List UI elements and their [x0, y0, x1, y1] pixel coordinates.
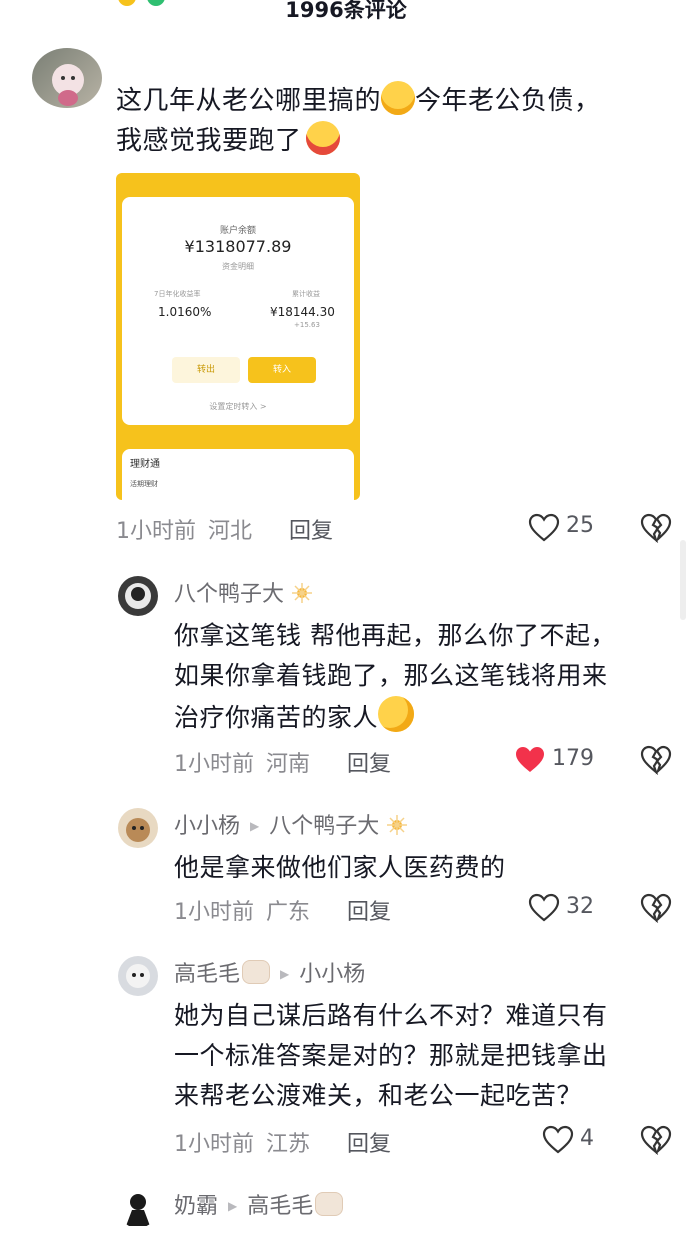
comment-meta: 1小时前 河南 回复 — [174, 746, 391, 778]
sparkle-badge-icon — [292, 583, 313, 603]
dislike-broken-heart-icon[interactable] — [640, 745, 672, 775]
comment-meta: 1小时前 江苏 回复 — [174, 1126, 391, 1158]
like-count: 32 — [566, 894, 594, 919]
reply-button[interactable]: 回复 — [347, 752, 391, 777]
puppy-badge-icon — [315, 1192, 344, 1216]
like-heart-icon[interactable] — [528, 513, 560, 543]
comment-text: 这几年从老公哪里搞的 今年老公负债， — [116, 80, 601, 117]
reply-button[interactable]: 回复 — [347, 1132, 391, 1157]
comment-text-line: 他是拿来做他们家人医药费的 — [174, 853, 506, 882]
puppy-badge-icon — [242, 960, 271, 984]
comment-time: 1小时前 — [174, 1132, 254, 1157]
comment-meta: 1小时前 河北 回复 — [116, 513, 333, 545]
balance-label: 账户余额 — [219, 226, 256, 236]
comment-text-line: 如果你拿着钱跑了，那么这笔钱将用来 — [174, 661, 608, 690]
like-heart-icon[interactable] — [542, 1125, 574, 1155]
comment-text-line: 治疗你痛苦的家人 — [174, 696, 415, 734]
liked-heart-icon[interactable] — [514, 745, 546, 775]
username-text: 八个鸭子大 — [174, 582, 285, 607]
rate-value: 1.0160% — [158, 305, 212, 319]
comment-location: 江苏 — [266, 1132, 311, 1157]
transfer-in-button: 转入 — [248, 357, 316, 383]
balance-card: 账户余额 ¥1318077.89 资金明细 7日年化收益率 1.0160% 累计… — [122, 197, 354, 425]
reply-button[interactable]: 回复 — [289, 519, 333, 544]
comment-time: 1小时前 — [174, 900, 254, 925]
dislike-broken-heart-icon[interactable] — [640, 1125, 672, 1155]
comment-location: 广东 — [266, 900, 311, 925]
avatar-image-icon — [52, 64, 84, 106]
attached-screenshot-image[interactable]: 账户余额 ¥1318077.89 资金明细 7日年化收益率 1.0160% 累计… — [116, 173, 360, 500]
wink-emoji-icon — [378, 696, 415, 732]
comment-time: 1小时前 — [174, 752, 254, 777]
reply-to-username[interactable]: 小小杨 — [299, 962, 365, 987]
comment-text-line: 我感觉我要跑了 — [116, 120, 340, 157]
income-label: 累计收益 — [292, 290, 320, 298]
reply-to-username[interactable]: 高毛毛 — [247, 1194, 313, 1219]
dislike-broken-heart-icon[interactable] — [640, 513, 672, 543]
comment-text-line: 来帮老公渡难关，和老公一起吃苦？ — [174, 1081, 583, 1110]
income-sub: +15.63 — [294, 321, 320, 329]
income-value: ¥18144.30 — [270, 305, 335, 319]
dislike-broken-heart-icon[interactable] — [640, 893, 672, 923]
comment-text-part: 治疗你痛苦的家人 — [174, 703, 379, 732]
product-card: 理财通 活期理财 — [122, 449, 354, 500]
username[interactable]: 奶霸 ▶ 高毛毛 — [174, 1188, 344, 1220]
username-text: 小小杨 — [174, 814, 241, 839]
comment-location: 河北 — [208, 519, 253, 544]
reply-to-username[interactable]: 八个鸭子大 — [269, 814, 379, 839]
detail-link: 资金明细 — [222, 262, 254, 271]
like-count: 25 — [566, 513, 594, 538]
scrollbar[interactable] — [680, 540, 686, 620]
rate-label: 7日年化收益率 — [154, 290, 201, 298]
transfer-out-button: 转出 — [172, 357, 240, 383]
avatar-image-icon — [126, 964, 150, 988]
username[interactable]: 小小杨 ▶ 八个鸭子大 — [174, 808, 408, 840]
username-text: 奶霸 — [174, 1194, 219, 1219]
comment-count-title: 1996条评论 — [285, 0, 407, 22]
comment-text-part: 我感觉我要跑了 — [116, 126, 302, 156]
like-heart-icon[interactable] — [528, 893, 560, 923]
comment-time: 1小时前 — [116, 519, 196, 544]
auto-transfer-link: 设置定时转入 > — [209, 402, 267, 411]
avatar[interactable] — [32, 48, 102, 108]
product-name: 理财通 — [130, 459, 160, 470]
crying-laugh-emoji-icon — [305, 121, 340, 155]
grin-emoji-icon — [381, 81, 416, 115]
comment-text-line: 她为自己谋后路有什么不对？难道只有 — [174, 1001, 608, 1030]
avatar[interactable] — [118, 1188, 158, 1228]
avatar-image-icon — [126, 818, 150, 842]
username[interactable]: 高毛毛 ▶ 小小杨 — [174, 956, 365, 988]
like-count: 4 — [580, 1126, 594, 1151]
avatar[interactable] — [118, 956, 158, 996]
comment-location: 河南 — [266, 752, 311, 777]
comment-text-part: 这几年从老公哪里搞的 — [116, 86, 382, 116]
sparkle-badge-icon — [387, 815, 408, 835]
comment-meta: 1小时前 广东 回复 — [174, 894, 391, 926]
avatar-image-icon — [126, 1194, 150, 1226]
balance-amount: ¥1318077.89 — [184, 237, 292, 256]
product-sub: 活期理财 — [130, 480, 158, 488]
reply-arrow-icon: ▶ — [280, 967, 290, 981]
avatar-image-icon — [125, 583, 151, 609]
comment-text-line: 你拿这笔钱 帮他再起，那么你了不起， — [174, 621, 616, 650]
comment-text-part: 今年老公负债， — [415, 86, 601, 116]
reply-button[interactable]: 回复 — [347, 900, 391, 925]
reply-arrow-icon: ▶ — [228, 1199, 238, 1213]
avatar[interactable] — [118, 576, 158, 616]
avatar[interactable] — [118, 808, 158, 848]
username[interactable]: 八个鸭子大 — [174, 576, 313, 608]
like-count: 179 — [552, 746, 594, 771]
reply-arrow-icon: ▶ — [250, 819, 260, 833]
username-text: 高毛毛 — [174, 962, 241, 987]
comment-text-line: 一个标准答案是对的？那就是把钱拿出 — [174, 1041, 608, 1070]
